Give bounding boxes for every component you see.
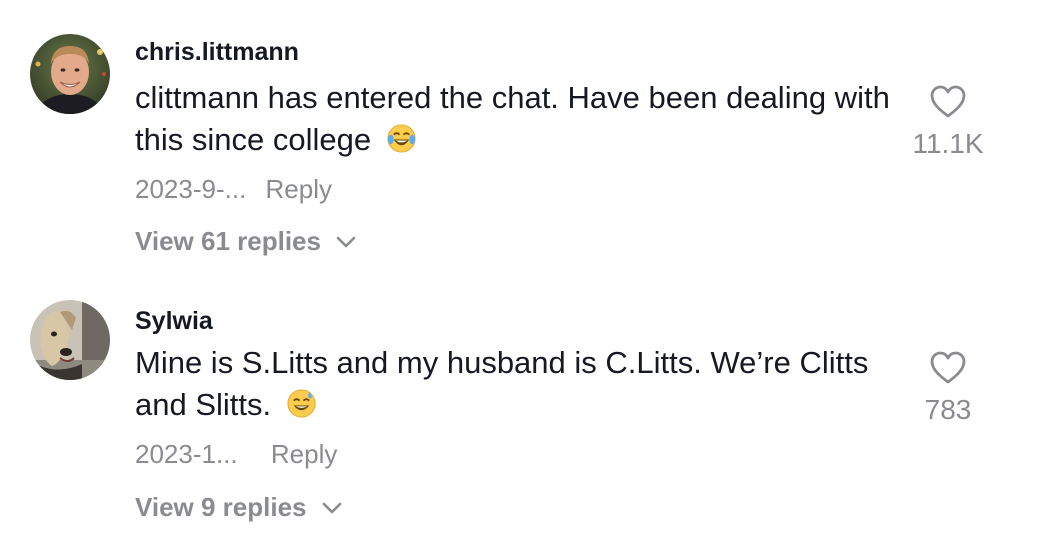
avatar-image xyxy=(30,34,110,114)
view-replies-label: View 9 replies xyxy=(135,492,307,522)
face-with-tears-of-joy-icon xyxy=(387,124,416,153)
comment-meta: 2023-1... Reply xyxy=(135,439,337,470)
like-button[interactable]: 11.1K xyxy=(888,84,1008,160)
comment-username[interactable]: Sylwia xyxy=(135,307,213,336)
comment-meta: 2023-9-... Reply xyxy=(135,174,332,205)
avatar[interactable] xyxy=(30,34,110,114)
chevron-down-icon xyxy=(336,236,356,247)
view-replies-label: View 61 replies xyxy=(135,226,321,256)
comment-username[interactable]: chris.littmann xyxy=(135,38,299,67)
reply-button[interactable]: Reply xyxy=(266,174,332,204)
avatar-image xyxy=(30,300,110,380)
comment-body: Mine is S.Litts and my husband is C.Litt… xyxy=(135,345,869,422)
view-replies-button[interactable]: View 61 replies xyxy=(135,226,357,257)
comment-date: 2023-1... xyxy=(135,439,238,469)
comment-item: chris.littmann clittmann has entered the… xyxy=(0,0,1038,270)
like-button[interactable]: 783 xyxy=(888,350,1008,426)
heart-icon xyxy=(930,85,966,118)
view-replies-button[interactable]: View 9 replies xyxy=(135,492,343,523)
like-count: 783 xyxy=(924,394,972,425)
heart-icon xyxy=(930,351,966,384)
comment-text: clittmann has entered the chat. Have bee… xyxy=(135,77,895,161)
chevron-down-icon xyxy=(322,502,341,513)
comment-body: clittmann has entered the chat. Have bee… xyxy=(135,80,890,157)
comment-item: Sylwia Mine is S.Litts and my husband is… xyxy=(0,270,1038,544)
grinning-face-with-sweat-icon xyxy=(287,389,316,418)
comment-list: chris.littmann clittmann has entered the… xyxy=(0,0,1038,544)
avatar[interactable] xyxy=(30,300,110,380)
comment-text: Mine is S.Litts and my husband is C.Litt… xyxy=(135,342,895,426)
comment-date: 2023-9-... xyxy=(135,174,247,204)
like-count: 11.1K xyxy=(912,128,984,159)
reply-button[interactable]: Reply xyxy=(271,439,337,469)
